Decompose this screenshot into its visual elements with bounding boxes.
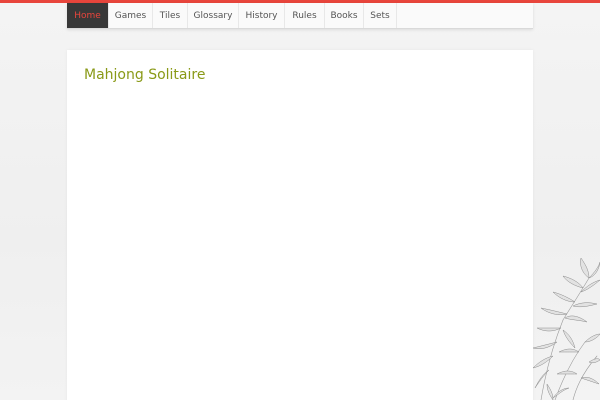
- nav-item-sets[interactable]: Sets: [364, 3, 397, 28]
- nav-item-label: Tiles: [159, 10, 181, 21]
- nav-item-history[interactable]: History: [239, 3, 285, 28]
- nav-item-books[interactable]: Books: [325, 3, 364, 28]
- nav-item-label: Books: [330, 10, 358, 21]
- nav-item-label: Home: [74, 10, 101, 21]
- nav-item-label: History: [245, 10, 278, 21]
- nav-item-home[interactable]: Home: [67, 3, 109, 28]
- nav-item-rules[interactable]: Rules: [285, 3, 325, 28]
- nav-item-label: Sets: [370, 10, 390, 21]
- nav-item-label: Glossary: [193, 10, 233, 21]
- main-nav: Home Games Tiles Glossary History Rules …: [67, 3, 533, 29]
- page-title: Mahjong Solitaire: [84, 67, 206, 83]
- bamboo-leaves-decoration: [533, 258, 600, 400]
- nav-item-label: Games: [114, 10, 147, 21]
- content-card: Mahjong Solitaire: [67, 50, 533, 400]
- nav-item-glossary[interactable]: Glossary: [188, 3, 239, 28]
- nav-item-games[interactable]: Games: [109, 3, 153, 28]
- nav-item-label: Rules: [292, 10, 317, 21]
- nav-item-tiles[interactable]: Tiles: [153, 3, 188, 28]
